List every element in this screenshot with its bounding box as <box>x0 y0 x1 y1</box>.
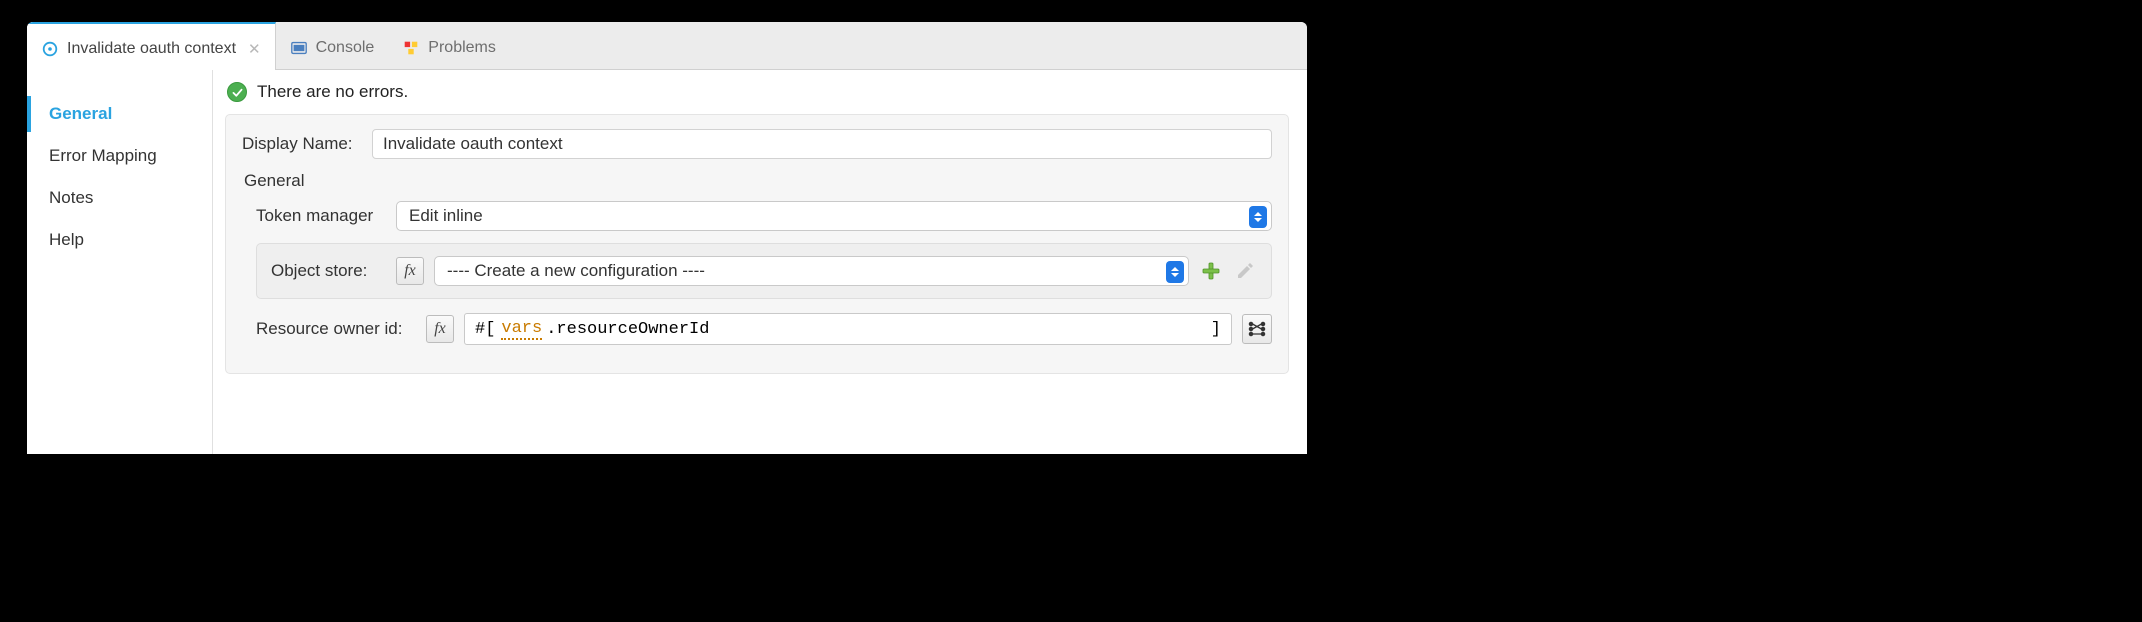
status-message: There are no errors. <box>257 82 408 102</box>
sidebar-item-label: Error Mapping <box>49 146 157 165</box>
fx-button[interactable]: fx <box>426 315 454 343</box>
group-general: Token manager Edit inline Object store: … <box>256 201 1272 345</box>
tabbar: Invalidate oauth context ✕ Console Probl… <box>27 22 1307 70</box>
resource-owner-id-input[interactable]: #[ vars.resourceOwnerId ] <box>464 313 1232 345</box>
sidebar-item-error-mapping[interactable]: Error Mapping <box>27 138 212 174</box>
sidebar-item-help[interactable]: Help <box>27 222 212 258</box>
expr-vars: vars <box>501 319 542 340</box>
sidebar-item-label: Help <box>49 230 84 249</box>
fx-button[interactable]: fx <box>396 257 424 285</box>
edit-button[interactable] <box>1233 259 1257 283</box>
token-manager-select[interactable]: Edit inline <box>396 201 1272 231</box>
sidebar: General Error Mapping Notes Help <box>27 70 213 454</box>
display-name-input[interactable] <box>372 129 1272 159</box>
chevron-up-down-icon <box>1249 206 1267 228</box>
expr-suffix: ] <box>1211 320 1221 339</box>
problems-icon <box>402 39 420 57</box>
select-value: ---- Create a new configuration ---- <box>447 261 705 281</box>
select-value: Edit inline <box>409 206 483 226</box>
row-display-name: Display Name: <box>242 129 1272 159</box>
chevron-up-down-icon <box>1166 261 1184 283</box>
display-name-label: Display Name: <box>242 134 362 154</box>
close-icon[interactable]: ✕ <box>248 40 261 58</box>
tab-label: Problems <box>428 39 496 57</box>
console-icon <box>290 39 308 57</box>
token-manager-label: Token manager <box>256 206 386 226</box>
expr-rest: .resourceOwnerId <box>546 320 709 339</box>
sidebar-item-notes[interactable]: Notes <box>27 180 212 216</box>
app-body: General Error Mapping Notes Help There a… <box>27 70 1307 454</box>
object-store-select[interactable]: ---- Create a new configuration ---- <box>434 256 1189 286</box>
object-store-label: Object store: <box>271 261 386 281</box>
row-token-manager: Token manager Edit inline <box>256 201 1272 231</box>
tab-label: Console <box>316 39 375 57</box>
expr-prefix: #[ <box>475 320 495 339</box>
form-panel: Display Name: General Token manager Edit… <box>225 114 1289 374</box>
sidebar-item-label: General <box>49 104 112 123</box>
object-store-panel: Object store: fx ---- Create a new confi… <box>256 243 1272 299</box>
tab-problems[interactable]: Problems <box>388 27 510 69</box>
mapping-button[interactable] <box>1242 314 1272 344</box>
resource-owner-id-label: Resource owner id: <box>256 319 416 339</box>
component-icon <box>41 40 59 58</box>
group-title-general: General <box>244 171 1272 191</box>
row-resource-owner-id: Resource owner id: fx #[ vars.resourceOw… <box>256 313 1272 345</box>
sidebar-item-general[interactable]: General <box>27 96 212 132</box>
editor-window: Invalidate oauth context ✕ Console Probl… <box>27 22 1307 454</box>
tab-console[interactable]: Console <box>276 27 389 69</box>
status-row: There are no errors. <box>225 82 1289 102</box>
tab-invalidate-oauth[interactable]: Invalidate oauth context ✕ <box>27 22 276 70</box>
tab-label: Invalidate oauth context <box>67 40 236 58</box>
main-panel: There are no errors. Display Name: Gener… <box>213 70 1307 454</box>
success-icon <box>227 82 247 102</box>
add-button[interactable] <box>1199 259 1223 283</box>
sidebar-item-label: Notes <box>49 188 93 207</box>
